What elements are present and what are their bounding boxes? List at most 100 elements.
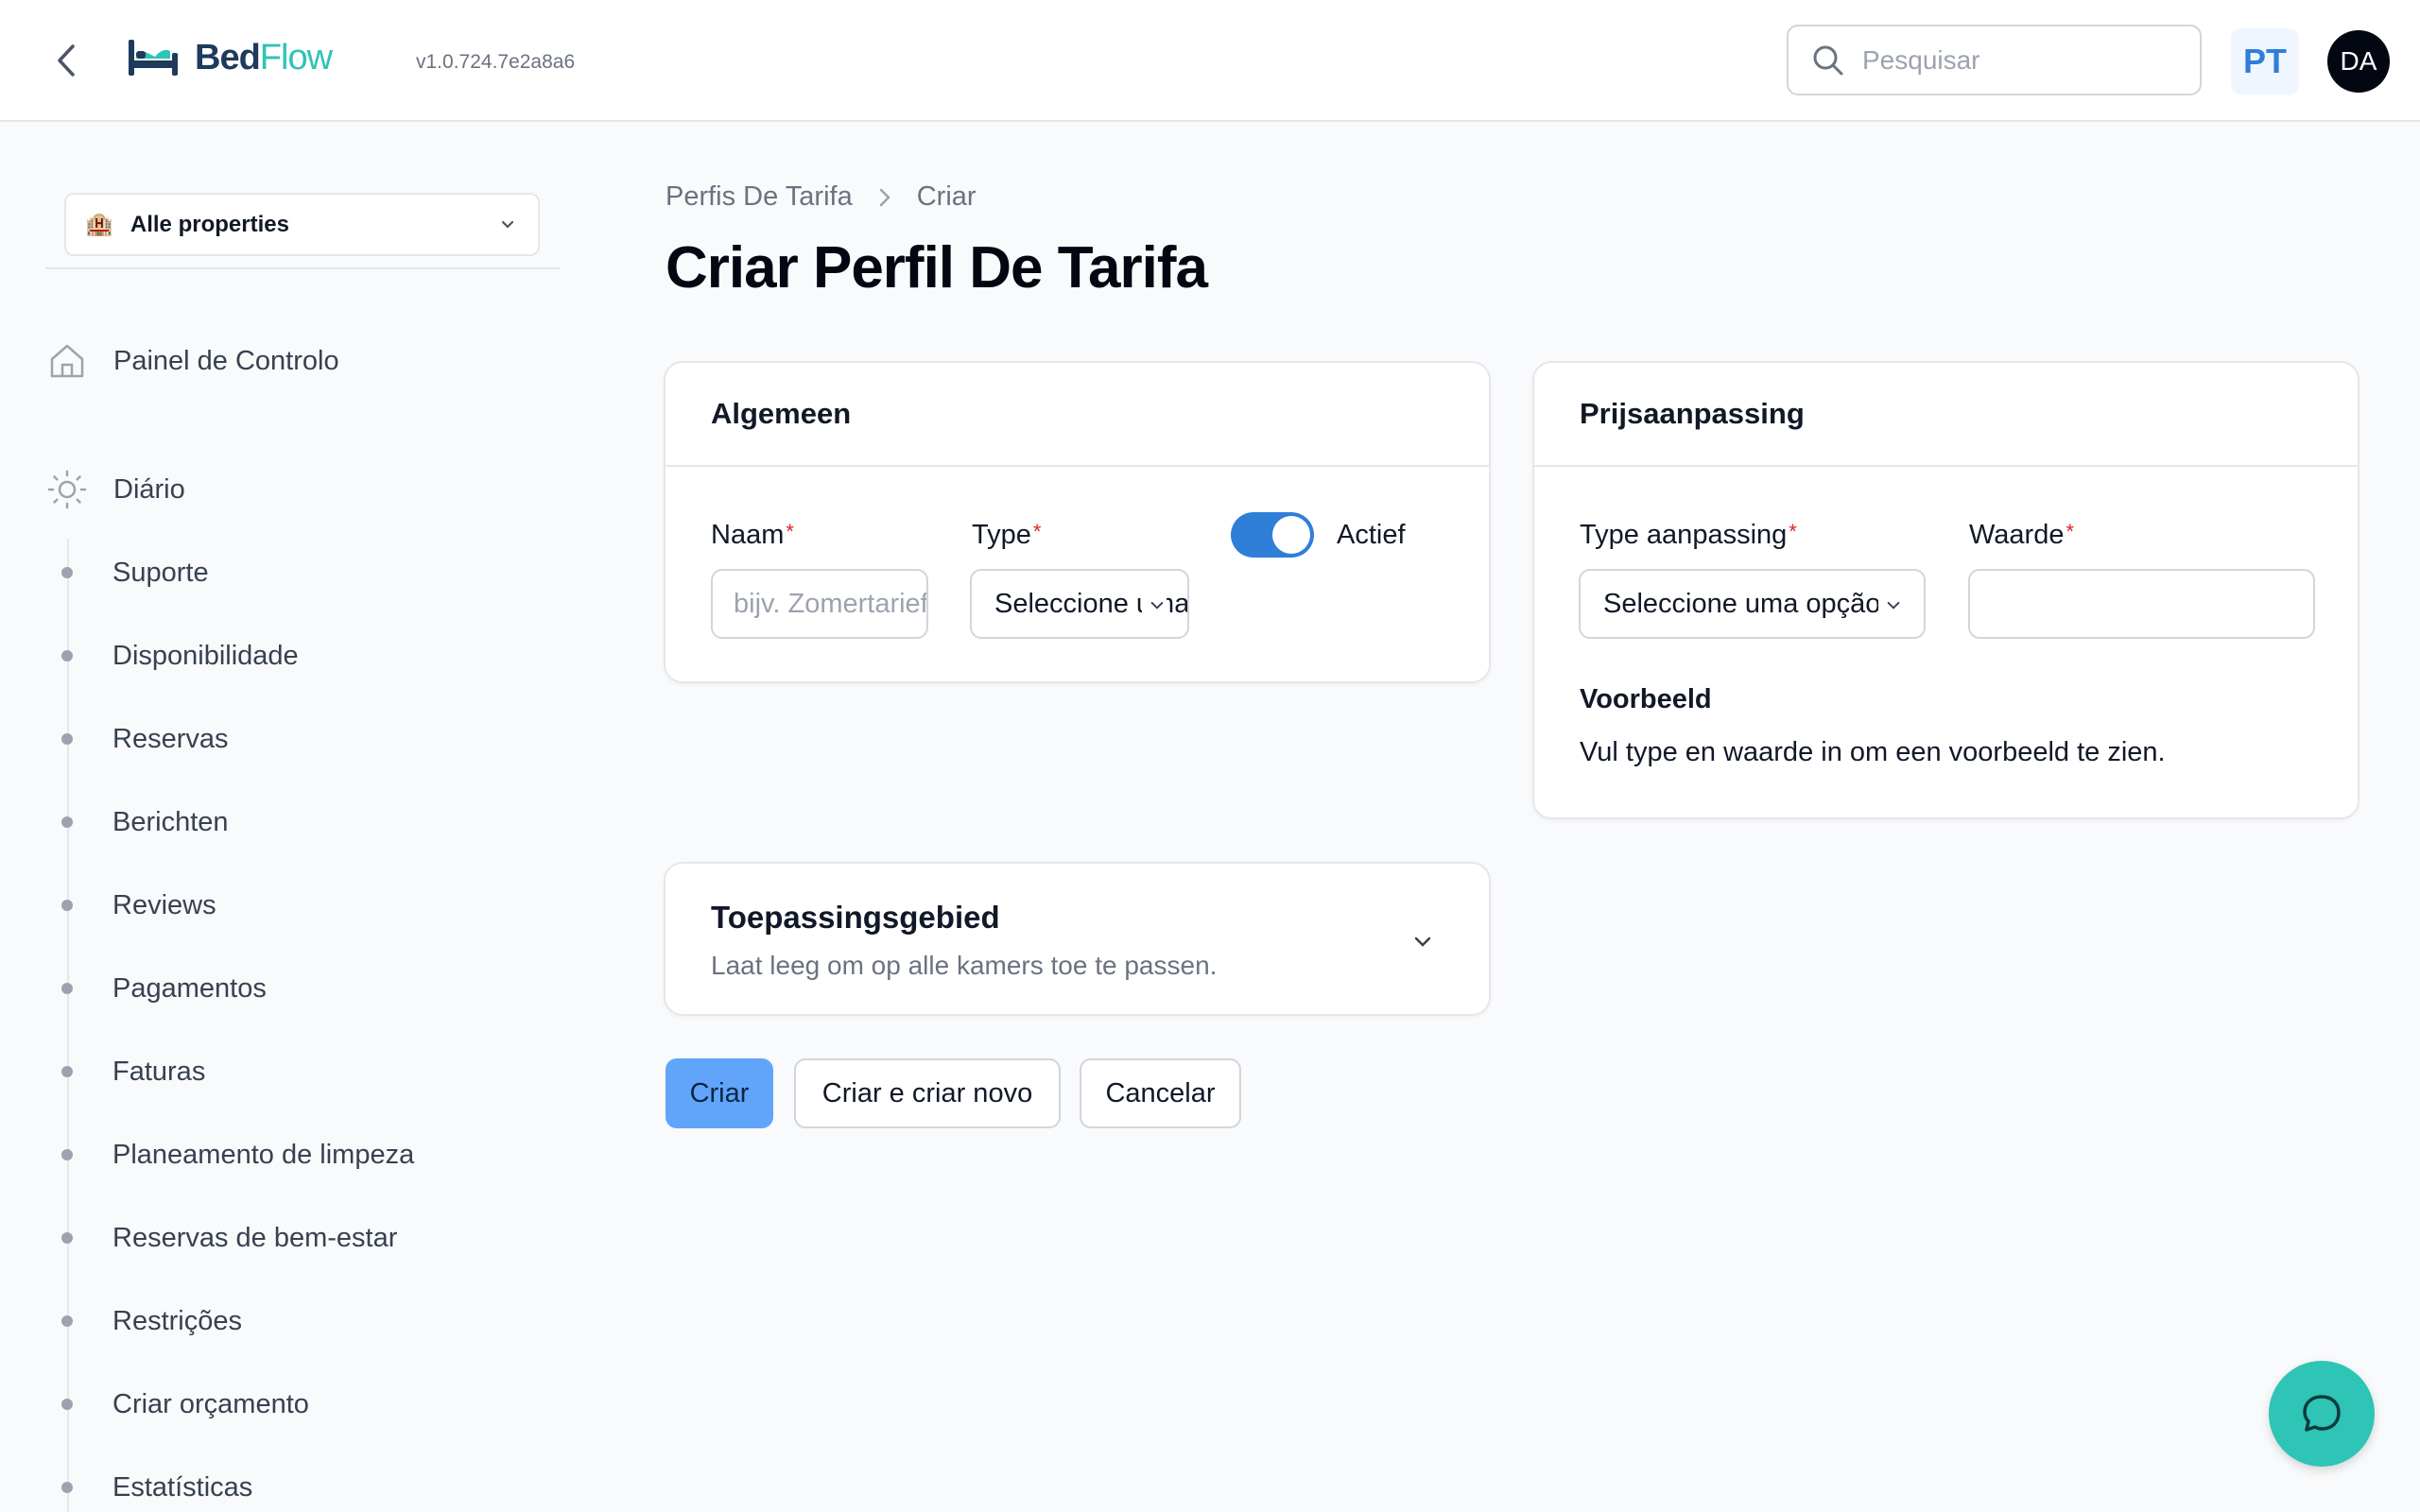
value-label-text: Waarde bbox=[1969, 520, 2065, 550]
sidebar-item-faturas[interactable]: Faturas bbox=[45, 1048, 205, 1095]
bullet-icon bbox=[61, 1482, 73, 1493]
sidebar-item-label: Reviews bbox=[112, 889, 216, 920]
toggle-knob bbox=[1272, 516, 1310, 554]
value-input[interactable] bbox=[1968, 569, 2315, 639]
chevron-down-icon bbox=[501, 220, 514, 229]
name-label: Naam* bbox=[711, 520, 794, 551]
user-avatar[interactable]: DA bbox=[2327, 30, 2390, 93]
sidebar-item-reservas-bem-estar[interactable]: Reservas de bem-estar bbox=[45, 1214, 397, 1262]
logo-text-flow: Flow bbox=[259, 37, 333, 77]
language-switcher[interactable]: PT bbox=[2231, 28, 2299, 94]
sidebar-item-label: Disponibilidade bbox=[112, 640, 299, 671]
search-box[interactable] bbox=[1787, 25, 2202, 95]
sidebar-item-label: Painel de Controlo bbox=[113, 345, 339, 376]
sidebar-item-label: Planeamento de limpeza bbox=[112, 1139, 415, 1170]
sidebar-item-label: Reservas bbox=[112, 723, 229, 754]
home-icon bbox=[45, 339, 89, 383]
sidebar-item-label: Pagamentos bbox=[112, 972, 267, 1004]
sidebar-item-planeamento-limpeza[interactable]: Planeamento de limpeza bbox=[45, 1131, 414, 1178]
general-card-title: Algemeen bbox=[666, 363, 1489, 467]
search-icon bbox=[1813, 45, 1843, 75]
property-selector-label: Alle properties bbox=[130, 211, 289, 237]
sidebar-item-reservas[interactable]: Reservas bbox=[45, 715, 229, 763]
breadcrumb-current: Criar bbox=[916, 181, 977, 212]
bullet-icon bbox=[61, 733, 73, 745]
sidebar-item-label: Estatísticas bbox=[112, 1471, 253, 1503]
create-button[interactable]: Criar bbox=[666, 1058, 773, 1128]
sidebar-group-label: Diário bbox=[113, 473, 185, 505]
preview-title: Voorbeeld bbox=[1580, 684, 1712, 714]
sidebar-item-dashboard[interactable]: Painel de Controlo bbox=[45, 333, 339, 389]
bullet-icon bbox=[61, 983, 73, 994]
price-adjustment-card: Prijsaanpassing Type aanpassing* Selecci… bbox=[1532, 361, 2360, 819]
bullet-icon bbox=[61, 1399, 73, 1410]
sidebar-item-disponibilidade[interactable]: Disponibilidade bbox=[45, 632, 299, 679]
bed-icon bbox=[129, 40, 178, 76]
general-card: Algemeen Naam* Type* Seleccione uma opçã… bbox=[664, 361, 1491, 683]
sidebar-item-label: Berichten bbox=[112, 806, 229, 837]
chevron-down-icon bbox=[1878, 593, 1903, 618]
sidebar-divider bbox=[45, 267, 560, 269]
sidebar-item-label: Suporte bbox=[112, 557, 209, 588]
type-label-text: Type bbox=[972, 520, 1031, 550]
sidebar-item-restricoes[interactable]: Restrições bbox=[45, 1297, 242, 1345]
chat-button[interactable] bbox=[2269, 1361, 2375, 1467]
adjust-type-select-value: Seleccione uma opção bbox=[1603, 588, 1881, 619]
required-marker: * bbox=[2066, 520, 2075, 543]
preview-text: Vul type en waarde in om een voorbeeld t… bbox=[1580, 737, 2166, 767]
type-label: Type* bbox=[972, 520, 1041, 551]
sidebar-item-berichten[interactable]: Berichten bbox=[45, 799, 229, 846]
sidebar-item-label: Restrições bbox=[112, 1305, 242, 1336]
chat-bubble-icon bbox=[2303, 1395, 2341, 1432]
chevron-left-icon bbox=[58, 44, 75, 77]
back-button[interactable] bbox=[47, 42, 85, 79]
type-select[interactable]: Seleccione uma opção bbox=[970, 569, 1189, 639]
sidebar-item-estatisticas[interactable]: Estatísticas bbox=[45, 1464, 252, 1511]
bedflow-logo[interactable]: BedFlow bbox=[127, 34, 333, 81]
name-input[interactable] bbox=[711, 569, 928, 639]
value-label: Waarde* bbox=[1969, 520, 2074, 551]
chevron-down-icon[interactable] bbox=[1410, 930, 1435, 954]
name-label-text: Naam bbox=[711, 520, 785, 550]
sidebar-tree-line bbox=[67, 539, 69, 1512]
top-bar: BedFlow v1.0.724.7e2a8a6 PT DA bbox=[0, 0, 2420, 122]
sidebar-item-pagamentos[interactable]: Pagamentos bbox=[45, 965, 267, 1012]
bullet-icon bbox=[61, 567, 73, 578]
active-label: Actief bbox=[1337, 520, 1406, 550]
sidebar-item-suporte[interactable]: Suporte bbox=[45, 549, 209, 596]
bullet-icon bbox=[61, 1149, 73, 1160]
sidebar-item-label: Faturas bbox=[112, 1056, 206, 1087]
bullet-icon bbox=[61, 650, 73, 662]
page-title: Criar Perfil De Tarifa bbox=[666, 235, 1208, 301]
active-toggle[interactable] bbox=[1231, 512, 1314, 558]
bullet-icon bbox=[61, 1315, 73, 1327]
sidebar-item-criar-orcamento[interactable]: Criar orçamento bbox=[45, 1381, 309, 1428]
scope-card-description: Laat leeg om op alle kamers toe te passe… bbox=[711, 951, 1218, 980]
create-another-button[interactable]: Criar e criar novo bbox=[794, 1058, 1061, 1128]
scope-card[interactable]: Toepassingsgebied Laat leeg om op alle k… bbox=[664, 862, 1491, 1016]
adjust-type-label: Type aanpassing* bbox=[1580, 520, 1797, 551]
property-selector[interactable]: 🏨 Alle properties bbox=[64, 193, 540, 256]
sidebar-item-reviews[interactable]: Reviews bbox=[45, 882, 216, 929]
breadcrumb-parent-link[interactable]: Perfis De Tarifa bbox=[666, 181, 853, 213]
sidebar-item-label: Criar orçamento bbox=[112, 1388, 309, 1419]
bullet-icon bbox=[61, 816, 73, 828]
required-marker: * bbox=[1032, 520, 1042, 543]
required-marker: * bbox=[1789, 520, 1797, 543]
hotel-icon: 🏨 bbox=[85, 212, 113, 237]
bullet-icon bbox=[61, 1066, 73, 1077]
sidebar-group-daily[interactable]: Diário bbox=[45, 461, 185, 518]
required-marker: * bbox=[786, 520, 794, 543]
adjust-type-label-text: Type aanpassing bbox=[1580, 520, 1788, 550]
logo-text-bed: Bed bbox=[195, 37, 261, 77]
app-version: v1.0.724.7e2a8a6 bbox=[416, 51, 576, 73]
chevron-down-icon bbox=[1142, 593, 1167, 618]
sun-icon bbox=[45, 468, 89, 511]
scope-card-title: Toepassingsgebied bbox=[711, 900, 1000, 935]
cancel-button[interactable]: Cancelar bbox=[1080, 1058, 1241, 1128]
search-input[interactable] bbox=[1862, 44, 2184, 76]
chevron-right-icon bbox=[877, 187, 892, 208]
bullet-icon bbox=[61, 1232, 73, 1244]
price-card-title: Prijsaanpassing bbox=[1534, 363, 2358, 467]
adjust-type-select[interactable]: Seleccione uma opção bbox=[1579, 569, 1926, 639]
